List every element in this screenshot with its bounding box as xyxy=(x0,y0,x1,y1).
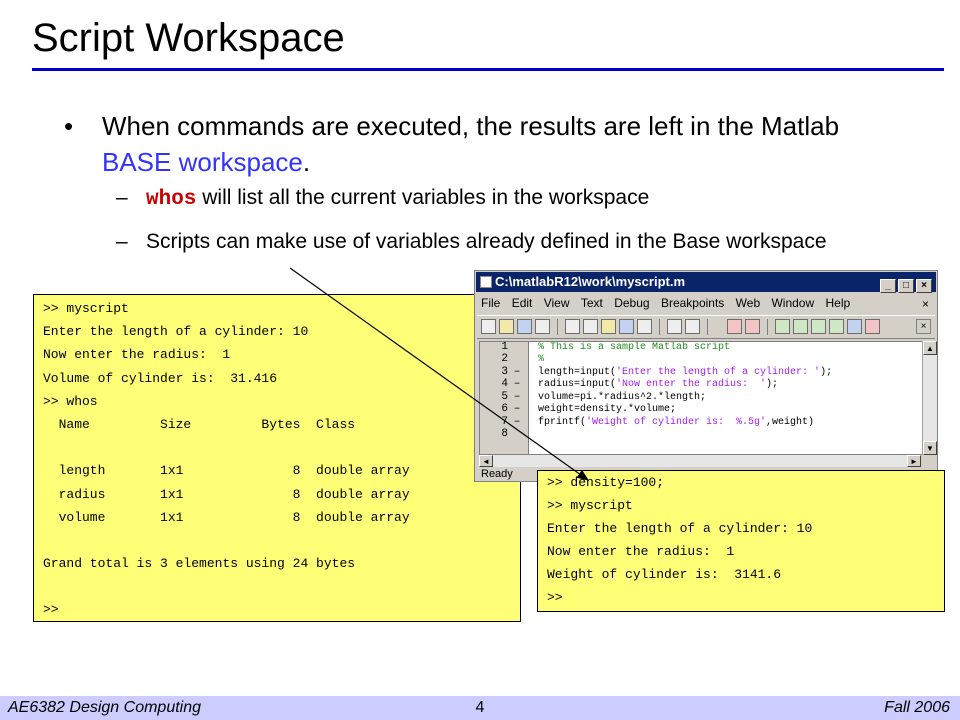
footer-term: Fall 2006 xyxy=(884,699,950,716)
slide-footer: AE6382 Design Computing 4 Fall 2006 xyxy=(0,696,960,720)
slide-number: 4 xyxy=(475,699,485,716)
pointer-arrow xyxy=(289,267,589,481)
